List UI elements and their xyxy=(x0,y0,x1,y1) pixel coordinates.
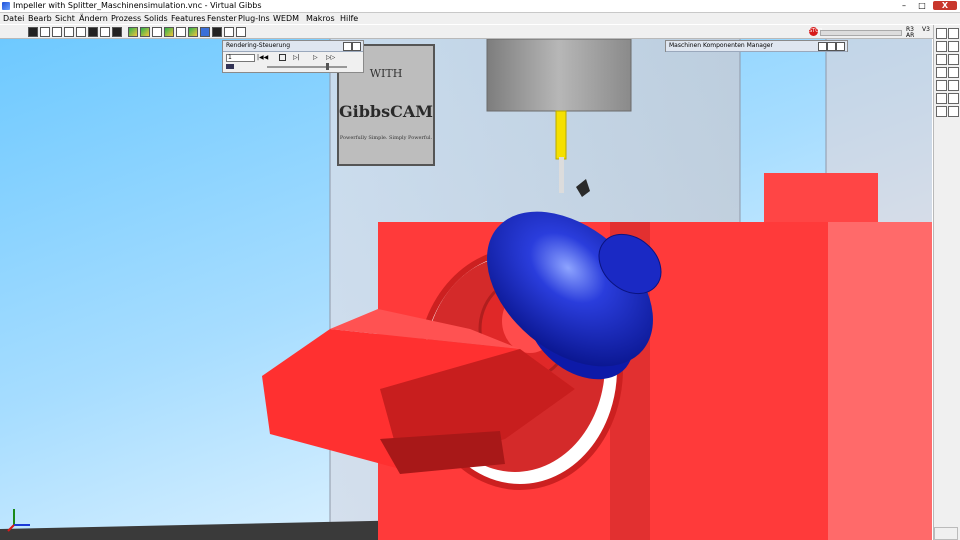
machine-panel-caption: Maschinen Komponenten Manager xyxy=(666,41,847,52)
machine-components-panel: Maschinen Komponenten Manager xyxy=(665,40,848,52)
menu-plugins[interactable]: Plug-Ins xyxy=(238,14,270,23)
step-icon[interactable]: ▷| xyxy=(293,54,300,61)
select-icon[interactable] xyxy=(936,41,947,52)
minimize-button[interactable]: – xyxy=(896,1,912,10)
right-toolbar xyxy=(933,25,960,540)
shade-icon[interactable] xyxy=(948,93,959,104)
speed-slider[interactable] xyxy=(267,66,347,68)
resize-grip-icon[interactable] xyxy=(934,527,958,540)
play-icon[interactable]: ▷ xyxy=(313,54,318,61)
rendering-panel-title: Rendering-Steuerung xyxy=(226,42,291,49)
rendering-control-panel: Rendering-Steuerung 1 |◀◀ ▷| ▷ ▷▷ xyxy=(222,40,364,73)
machine-panel-close-icon[interactable] xyxy=(836,42,845,51)
new-file-icon[interactable] xyxy=(936,28,947,39)
menu-sicht[interactable]: Sicht xyxy=(55,14,75,23)
sign-line-slogan: Powerfully Simple. Simply Powerful. xyxy=(340,135,433,141)
view-a-icon[interactable] xyxy=(40,27,50,37)
menu-fenster[interactable]: Fenster xyxy=(207,14,237,23)
menu-aendern[interactable]: Ändern xyxy=(79,14,108,23)
pointer-icon[interactable] xyxy=(200,27,210,37)
tool-icon[interactable] xyxy=(948,67,959,78)
sim-icon[interactable] xyxy=(948,106,959,117)
material-icon[interactable] xyxy=(188,27,198,37)
menu-features[interactable]: Features xyxy=(171,14,205,23)
v-label: V3 xyxy=(922,26,930,33)
speed-slider-thumb[interactable] xyxy=(326,63,329,70)
rendering-panel-caption: Rendering-Steuerung xyxy=(223,41,363,52)
view-dark-icon[interactable] xyxy=(112,27,122,37)
menu-hilfe[interactable]: Hilfe xyxy=(340,14,358,23)
sign-line-with: WITH xyxy=(370,67,403,80)
view-frame-icon[interactable] xyxy=(52,27,62,37)
open-file-icon[interactable] xyxy=(948,28,959,39)
axis-triad-icon xyxy=(7,509,30,532)
close-button[interactable]: X xyxy=(933,1,957,10)
menu-solids[interactable]: Solids xyxy=(144,14,168,23)
spindle-head xyxy=(486,39,632,112)
machine-column-top xyxy=(764,173,878,228)
title-bar: Impeller with Splitter_Maschinensimulati… xyxy=(0,0,960,13)
app-icon xyxy=(2,2,10,10)
machine-panel-title: Maschinen Komponenten Manager xyxy=(669,42,773,49)
cursor-icon[interactable] xyxy=(948,41,959,52)
render-green-icon[interactable] xyxy=(128,27,138,37)
rendering-panel-close-icon[interactable] xyxy=(352,42,361,51)
menu-bearb[interactable]: Bearb xyxy=(28,14,52,23)
solids-icon[interactable] xyxy=(948,80,959,91)
menu-bar: Datei Bearb Sicht Ändern Prozess Solids … xyxy=(0,13,960,24)
view-split-icon[interactable] xyxy=(64,27,74,37)
machine-icon[interactable] xyxy=(936,106,947,117)
maximize-button[interactable]: □ xyxy=(914,1,930,10)
menu-prozess[interactable]: Prozess xyxy=(111,14,141,23)
stop-square-icon[interactable] xyxy=(279,54,286,61)
sign-line-gibbscam: GibbsCAM xyxy=(339,102,433,121)
view-shade-icon[interactable] xyxy=(100,27,110,37)
rewind-icon[interactable]: |◀◀ xyxy=(257,54,268,61)
view-h-icon[interactable] xyxy=(88,27,98,37)
frame-field[interactable]: 1 xyxy=(226,54,255,62)
machine-panel-min-icon[interactable] xyxy=(818,42,827,51)
machine-scene: WITH GibbsCAM Powerfully Simple. Simply … xyxy=(0,39,932,540)
machine-column-shadow xyxy=(828,222,932,540)
move-icon[interactable] xyxy=(212,27,222,37)
speed-icon[interactable] xyxy=(226,64,234,69)
render-yellow-icon[interactable] xyxy=(140,27,150,37)
rotate-icon[interactable] xyxy=(948,54,959,65)
view-grid-icon[interactable] xyxy=(76,27,86,37)
measure-icon[interactable] xyxy=(936,54,947,65)
process-icon[interactable] xyxy=(936,80,947,91)
tool-shank xyxy=(559,157,564,193)
window-title: Impeller with Splitter_Maschinensimulati… xyxy=(13,1,262,10)
render-icon[interactable] xyxy=(936,93,947,104)
fast-forward-icon[interactable]: ▷▷ xyxy=(326,54,335,61)
stop-icon[interactable]: STOP xyxy=(809,27,822,36)
help-pointer-icon[interactable] xyxy=(236,27,246,37)
shaded-icon[interactable] xyxy=(164,27,174,37)
3d-viewport[interactable]: WITH GibbsCAM Powerfully Simple. Simply … xyxy=(0,39,932,540)
layer-icon[interactable] xyxy=(936,67,947,78)
rendering-panel-pin-icon[interactable] xyxy=(343,42,352,51)
machine-panel-pin-icon[interactable] xyxy=(827,42,836,51)
solid-icon[interactable] xyxy=(152,27,162,37)
simulation-progress-track[interactable] xyxy=(820,30,902,36)
print-icon[interactable] xyxy=(224,27,234,37)
menu-datei[interactable]: Datei xyxy=(3,14,24,23)
box-icon[interactable] xyxy=(176,27,186,37)
ar-label: AR xyxy=(906,32,915,39)
view-wireframe-icon[interactable] xyxy=(28,27,38,37)
tool-holder xyxy=(555,110,567,160)
menu-wedm[interactable]: WEDM xyxy=(273,14,299,23)
menu-makros[interactable]: Makros xyxy=(306,14,335,23)
